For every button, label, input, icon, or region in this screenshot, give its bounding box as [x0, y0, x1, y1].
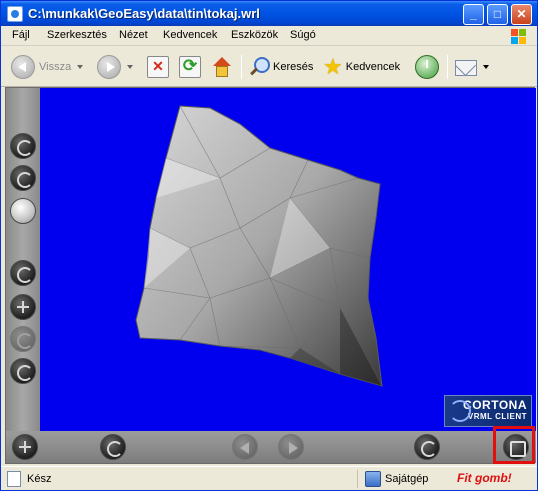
computer-icon	[365, 471, 381, 487]
close-button[interactable]: ✕	[511, 4, 532, 25]
status-separator	[357, 470, 358, 488]
turn-button[interactable]	[10, 326, 36, 352]
roll-button[interactable]	[10, 358, 36, 384]
refresh-button[interactable]	[179, 53, 201, 81]
favorites-button[interactable]: ★ Kedvencek	[323, 53, 400, 81]
align-button[interactable]	[414, 434, 440, 460]
walk-mode-button[interactable]	[10, 133, 36, 159]
restore-view-button[interactable]	[100, 434, 126, 460]
previous-viewpoint-button[interactable]	[232, 434, 258, 460]
history-icon	[415, 55, 439, 79]
history-button[interactable]	[415, 53, 439, 81]
toolbar-separator	[241, 55, 242, 79]
stop-button[interactable]	[147, 53, 169, 81]
search-button[interactable]: Keresés	[248, 53, 313, 81]
mail-button[interactable]	[455, 53, 489, 81]
pan-button[interactable]	[10, 294, 36, 320]
security-zone: Sajátgép	[385, 473, 429, 485]
page-icon	[7, 471, 21, 487]
refresh-icon	[179, 56, 201, 78]
title-bar[interactable]: C:\munkak\GeoEasy\data\tin\tokaj.wrl _ □…	[1, 1, 537, 26]
next-viewpoint-button[interactable]	[278, 434, 304, 460]
chevron-down-icon	[127, 65, 133, 69]
status-text: Kész	[27, 473, 52, 485]
navigation-target-button[interactable]	[12, 434, 38, 460]
menu-favorites[interactable]: Kedvencek	[163, 29, 217, 41]
plan-button[interactable]	[10, 260, 36, 286]
back-label: Vissza	[39, 61, 72, 73]
back-button[interactable]: Vissza	[11, 53, 84, 81]
cortona-logo: CORTONA VRML CLIENT	[444, 395, 532, 427]
toolbar: Vissza Keresés ★ Kedvencek	[1, 47, 537, 87]
star-icon: ★	[323, 54, 343, 79]
chevron-down-icon	[483, 65, 489, 69]
menu-edit[interactable]: Szerkesztés	[47, 29, 107, 41]
search-icon	[248, 56, 270, 78]
fit-button-annotation: Fit gomb!	[457, 471, 512, 485]
vrml-scene[interactable]: CORTONA VRML CLIENT	[40, 88, 536, 431]
chevron-down-icon	[77, 65, 84, 69]
home-button[interactable]	[211, 53, 233, 81]
search-label: Keresés	[273, 61, 314, 73]
favorites-label: Kedvencek	[345, 61, 401, 73]
window-title: C:\munkak\GeoEasy\data\tin\tokaj.wrl	[28, 6, 260, 21]
vrml-file-icon	[7, 6, 23, 22]
status-bar: Kész Sajátgép Fit gomb!	[1, 466, 537, 490]
study-mode-button[interactable]	[10, 198, 36, 224]
menu-help[interactable]: Súgó	[290, 29, 316, 41]
menu-view[interactable]: Nézet	[119, 29, 148, 41]
toolbar-separator	[447, 55, 448, 79]
menu-file[interactable]: Fájl	[12, 29, 30, 41]
tin-surface-model	[135, 105, 383, 387]
forward-button[interactable]	[97, 53, 133, 81]
minimize-button[interactable]: _	[463, 4, 484, 25]
forward-arrow-icon	[97, 55, 121, 79]
fit-button-highlight	[493, 426, 535, 464]
viewer-bottom-toolbar	[6, 431, 536, 463]
mail-icon	[455, 60, 477, 76]
cortona-swirl-icon	[449, 400, 471, 422]
windows-logo-icon	[511, 29, 526, 44]
home-icon	[211, 56, 233, 78]
menu-bar: Fájl Szerkesztés Nézet Kedvencek Eszközö…	[1, 26, 537, 46]
fly-mode-button[interactable]	[10, 165, 36, 191]
vrml-viewer: CORTONA VRML CLIENT	[5, 87, 536, 464]
back-arrow-icon	[11, 55, 35, 79]
browser-window: C:\munkak\GeoEasy\data\tin\tokaj.wrl _ □…	[0, 0, 538, 491]
viewer-left-toolbar	[6, 88, 40, 431]
menu-tools[interactable]: Eszközök	[231, 29, 278, 41]
stop-icon	[147, 56, 169, 78]
maximize-button[interactable]: □	[487, 4, 508, 25]
